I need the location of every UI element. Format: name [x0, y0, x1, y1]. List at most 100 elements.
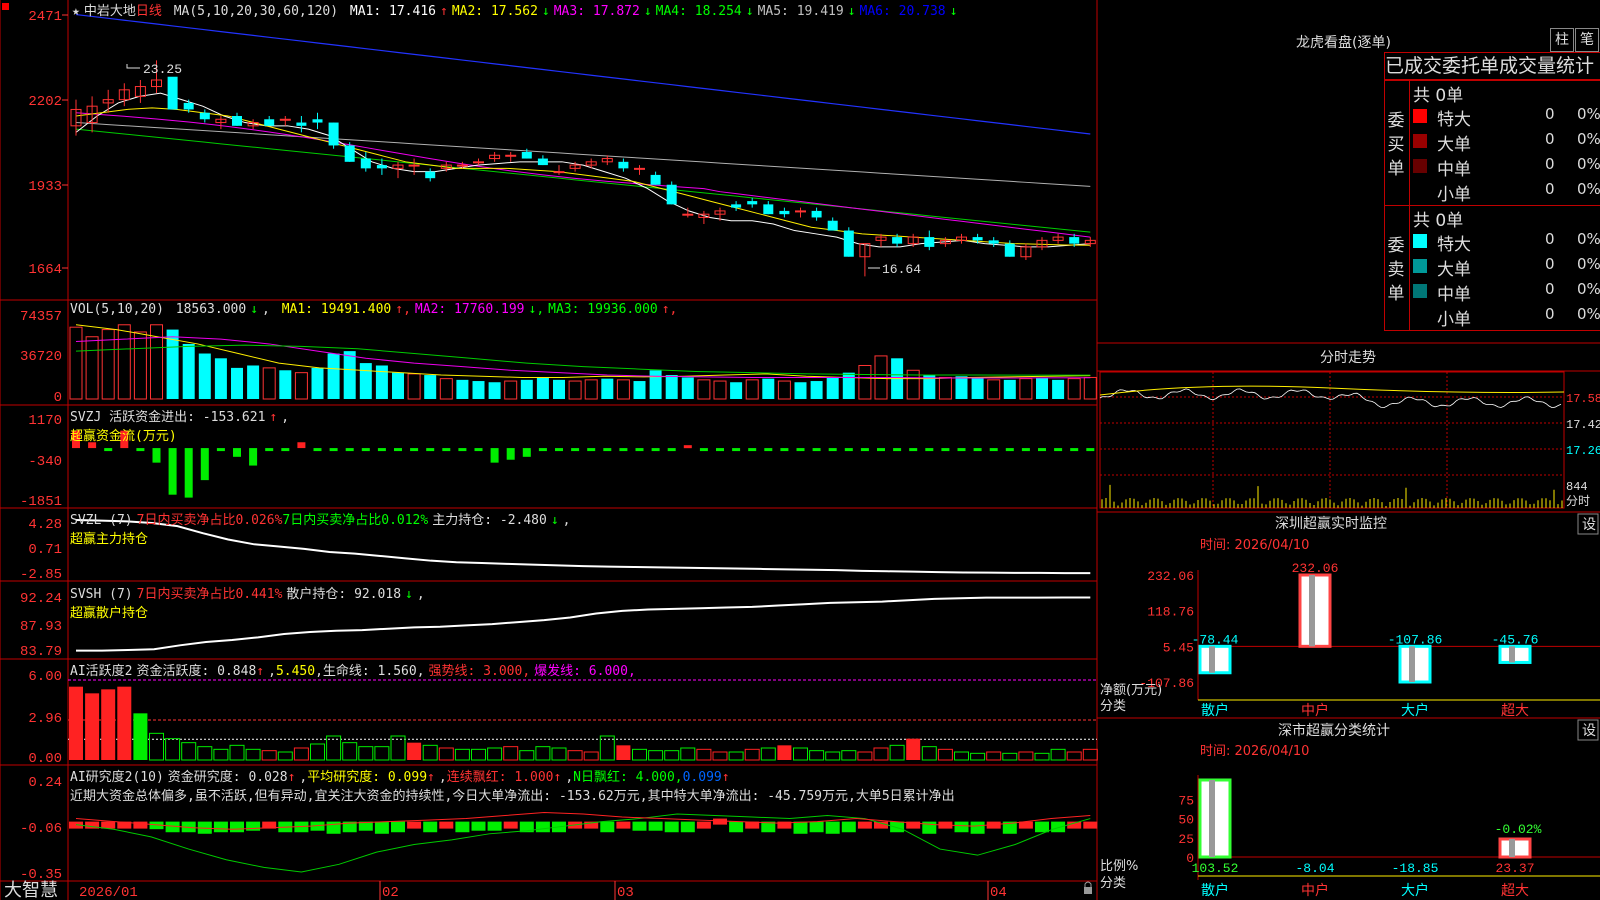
volume-bar: [343, 351, 356, 399]
active-bar: [857, 751, 873, 761]
volume-bar: [794, 382, 807, 399]
research-red-curve: [75, 811, 1091, 830]
svzj-y-tick: -1851: [20, 494, 62, 510]
volume-bar: [214, 358, 227, 399]
money-flow-bar: [748, 448, 757, 452]
volume-bar: [133, 331, 147, 400]
candle-body: [666, 184, 677, 205]
volume-bar: [1036, 377, 1048, 399]
bar-mode-button[interactable]: 柱: [1550, 28, 1574, 52]
ma4-line: [75, 128, 1091, 233]
volume-bar: [504, 380, 518, 400]
active-bar: [921, 746, 937, 761]
monitor-title: 深圳超赢实时监控: [1275, 515, 1387, 532]
color-swatch: [1413, 259, 1427, 273]
svzj-header: SVZJ 活跃资金进出: -153.621 ↑, 超赢资金流(万元): [70, 410, 290, 444]
svsh-param: SVSH (7): [70, 587, 133, 602]
ma-arrow-4: ↓: [745, 4, 754, 19]
money-flow-bar: [297, 442, 306, 449]
volume-bar: [472, 381, 485, 399]
money-flow-bar: [490, 448, 499, 463]
ai-research-t3: 连续飘红: 1.000: [446, 770, 554, 785]
volume-header: VOL(5,10,20) 18563.000 ↓, MA1: 19491.400 ↑…: [70, 302, 678, 317]
monitor-bar-shade: [1209, 646, 1215, 673]
classify-xlabel: 分类: [1100, 876, 1126, 891]
monitor-ylabel: 净额(万元): [1100, 683, 1162, 698]
low-price-label: 16.64: [882, 262, 921, 277]
volume-bar: [777, 380, 791, 400]
active-bar: [69, 686, 83, 760]
color-swatch: [1413, 159, 1427, 173]
research-bar: [1018, 821, 1033, 829]
order-count: 0: [1545, 280, 1555, 298]
color-swatch: [1413, 284, 1427, 298]
corner-marker-icon[interactable]: [2, 3, 9, 10]
vol-y-tick: 74357: [20, 309, 62, 325]
svzj-y-tick: 1170: [28, 413, 62, 429]
volume-bar: [649, 370, 662, 399]
tick-mode-button[interactable]: 笔: [1575, 28, 1599, 52]
money-flow-bar: [812, 448, 821, 452]
intraday-panel[interactable]: 分时走势 17.58 17.42 17.26 844分时: [1097, 350, 1600, 509]
price-y-tick: 2202: [28, 94, 62, 110]
buy-orders-box: 委买单共 0单 特大 0 0% 大单 0 0% 中单 0 0% 小单 0 0%: [1384, 80, 1600, 206]
volume-bar: [826, 377, 839, 399]
order-pct: 0%: [1577, 105, 1600, 123]
money-flow-bar: [377, 448, 386, 452]
candle-body: [972, 237, 983, 241]
candle-body: [264, 119, 275, 126]
money-flow-bar: [603, 448, 612, 452]
svsh-y-tick: 92.24: [20, 591, 62, 607]
ma-value-3: MA3: 17.872: [553, 4, 640, 19]
monitor-y-tick: 5.45: [1163, 640, 1194, 655]
classify-stats-panel[interactable]: 深市超赢分类统计 设时间: 2026/04/107550250103.52 -8.0…: [1100, 719, 1600, 899]
price-panel[interactable]: [70, 13, 1096, 277]
research-bar: [680, 821, 695, 833]
candle-body: [924, 237, 935, 247]
money-flow-bar: [104, 448, 113, 452]
order-pct: 0%: [1577, 130, 1600, 148]
period-label[interactable]: 日线: [136, 4, 162, 19]
lock-icon[interactable]: [1084, 881, 1092, 894]
ai-active-t1: 资金活跃度: 0.848: [136, 664, 257, 679]
monitor-value-label: -45.76: [1492, 632, 1539, 647]
candle-body: [232, 116, 242, 126]
order-count: 0: [1545, 155, 1555, 173]
money-flow-bar: [361, 448, 370, 452]
research-bar: [729, 821, 744, 833]
money-flow-bar: [555, 448, 563, 452]
intraday-title: 分时走势: [1320, 350, 1376, 366]
candle-body: [827, 220, 838, 231]
volume-bar: [536, 377, 549, 399]
order-row: 中单 0 0%: [1413, 280, 1600, 305]
price-y-tick: 1664: [28, 262, 62, 278]
active-bar: [261, 750, 277, 761]
vol-value: 18563.000: [175, 302, 247, 317]
money-flow-bar: [410, 448, 419, 452]
candle-body: [279, 118, 291, 121]
volume-bar: [713, 380, 727, 400]
volume-bar: [247, 365, 260, 399]
x-tick-label: 04: [990, 885, 1007, 900]
money-flow-bar: [764, 448, 773, 452]
dragon-tiger-panel: 龙虎看盘(逐单) 柱 笔 已成交委托单成交量统计 委买单共 0单 特大 0 0% 大单 0…: [1098, 0, 1600, 343]
active-bar: [342, 742, 358, 761]
star-icon[interactable]: ★: [72, 4, 80, 19]
volume-bar: [665, 375, 678, 399]
ai-active-panel[interactable]: [68, 679, 1098, 761]
volume-bar: [1067, 378, 1081, 400]
ai-research-t2: 平均研究度: 0.099: [307, 770, 428, 785]
money-flow-bar: [571, 448, 580, 452]
order-pct: 0%: [1577, 230, 1600, 248]
ai-research-title: AI研究度2(10): [70, 770, 164, 785]
order-pct: 0%: [1577, 255, 1600, 273]
realtime-monitor-panel[interactable]: 深圳超赢实时监控 设时间: 2026/04/10232.06118.765.45-…: [1100, 513, 1600, 719]
color-swatch: [1413, 234, 1427, 248]
ai-research-panel[interactable]: [69, 811, 1098, 873]
active-bar: [583, 751, 599, 761]
color-swatch: [1413, 109, 1427, 123]
ai-research-y-tick: -0.06: [20, 821, 62, 837]
volume-panel[interactable]: [69, 324, 1097, 400]
svzj-line1: SVZJ 活跃资金进出: -153.621: [70, 410, 266, 425]
candle-body: [328, 122, 339, 146]
